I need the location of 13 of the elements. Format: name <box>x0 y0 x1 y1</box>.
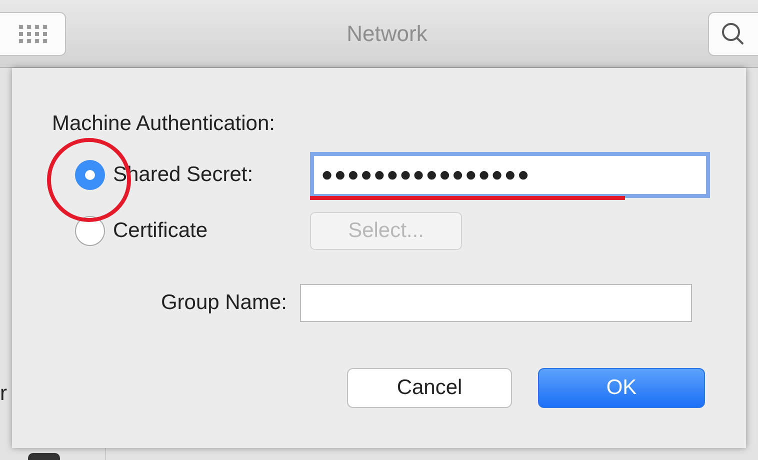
password-field[interactable]: ●●●●●●●●●●●●●●●● <box>310 152 710 198</box>
apps-grid-button[interactable] <box>0 12 66 56</box>
search-field[interactable] <box>708 12 758 56</box>
radio-button[interactable] <box>75 160 105 190</box>
section-heading: Machine Authentication: <box>52 112 276 136</box>
group-name-field[interactable] <box>300 284 692 322</box>
group-name-label: Group Name: <box>160 291 288 315</box>
grid-icon <box>18 24 48 42</box>
background-label: r <box>0 382 7 406</box>
window-title: Network <box>346 20 428 46</box>
radio-label: Certificate <box>113 219 209 243</box>
search-icon <box>721 22 745 46</box>
cancel-button[interactable]: Cancel <box>347 368 512 408</box>
